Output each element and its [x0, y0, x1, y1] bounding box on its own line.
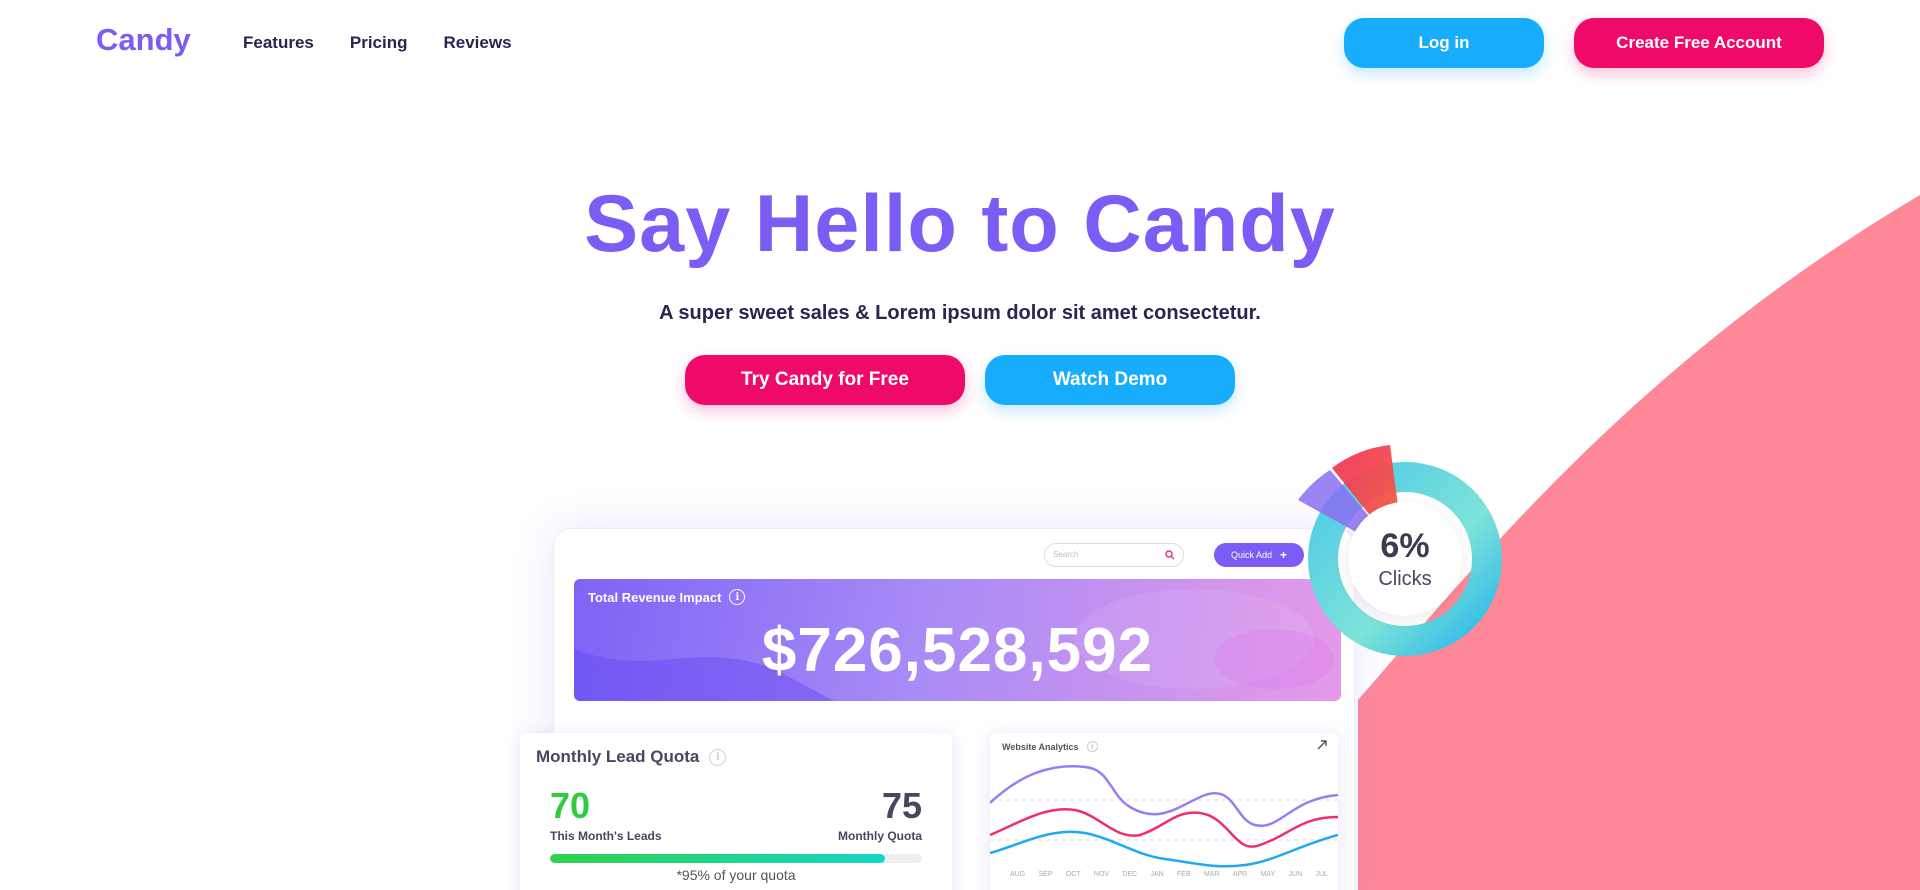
- month-label: MAR: [1203, 871, 1220, 878]
- quota-progress-fill: [550, 854, 885, 863]
- brand-logo[interactable]: Candy: [96, 22, 191, 58]
- month-label: APR: [1232, 871, 1248, 878]
- search-icon: [1165, 550, 1175, 560]
- website-analytics-card: Website Analytics i AUG SEP OCT NOV DEC …: [990, 733, 1338, 890]
- dashboard-search[interactable]: Search: [1044, 543, 1184, 567]
- analytics-line-chart: [990, 765, 1338, 868]
- month-label: MAY: [1260, 871, 1276, 878]
- login-button[interactable]: Log in: [1344, 18, 1544, 68]
- quota-title-text: Monthly Lead Quota: [536, 747, 700, 766]
- nav-link-reviews[interactable]: Reviews: [444, 33, 512, 53]
- analytics-month-axis: AUG SEP OCT NOV DEC JAN FEB MAR APR MAY …: [1010, 871, 1328, 878]
- quick-add-label: Quick Add: [1230, 550, 1272, 560]
- info-icon[interactable]: i: [709, 748, 727, 766]
- clicks-label: Clicks: [1378, 568, 1432, 590]
- nav-link-pricing[interactable]: Pricing: [350, 33, 408, 53]
- month-label: NOV: [1093, 871, 1110, 878]
- monthly-lead-quota-card: Monthly Lead Quota i 70 This Month's Lea…: [520, 733, 952, 890]
- month-label: SEP: [1038, 871, 1053, 878]
- quota-label: Monthly Quota: [838, 829, 922, 843]
- month-label: JUN: [1288, 871, 1303, 878]
- leads-label: This Month's Leads: [550, 829, 662, 843]
- revenue-label: Total Revenue Impact i: [588, 589, 746, 605]
- month-label: DEC: [1122, 871, 1138, 878]
- month-label: JUL: [1315, 871, 1328, 878]
- month-label: AUG: [1010, 871, 1026, 878]
- clicks-donut-widget: 6% Clicks: [1290, 440, 1520, 680]
- month-label: FEB: [1177, 871, 1191, 878]
- hero-title-text: Say Hello to Candy: [584, 179, 1336, 269]
- try-free-button[interactable]: Try Candy for Free: [685, 355, 965, 405]
- watch-demo-button[interactable]: Watch Demo: [985, 355, 1235, 405]
- hero-subtitle: A super sweet sales & Lorem ipsum dolor …: [659, 302, 1261, 324]
- info-icon[interactable]: i: [729, 589, 746, 605]
- plus-icon: +: [1280, 548, 1288, 562]
- analytics-title-text: Website Analytics: [1002, 741, 1079, 752]
- analytics-title: Website Analytics i: [1002, 741, 1098, 752]
- quota-note: *95% of your quota: [676, 867, 796, 883]
- top-navigation: Candy Features Pricing Reviews Log in Cr…: [0, 0, 1920, 86]
- series-line-purple: [990, 765, 1338, 827]
- dashboard-search-placeholder: Search: [1053, 550, 1079, 559]
- expand-arrow-icon[interactable]: [1316, 739, 1328, 751]
- quota-progress-bar: [550, 854, 922, 863]
- quota-value: 75: [881, 785, 922, 826]
- nav-links: Features Pricing Reviews: [243, 33, 512, 53]
- revenue-banner: Total Revenue Impact i $726,528,592: [574, 579, 1341, 701]
- create-account-button[interactable]: Create Free Account: [1574, 18, 1824, 68]
- revenue-value: $726,528,592: [761, 616, 1154, 685]
- revenue-label-text: Total Revenue Impact: [588, 589, 722, 605]
- month-label: JAN: [1150, 871, 1164, 878]
- hero-title: Say Hello to Candy: [0, 178, 1920, 271]
- leads-value: 70: [550, 785, 591, 826]
- donut-center: 6% Clicks: [1348, 502, 1462, 616]
- nav-link-features[interactable]: Features: [243, 33, 314, 53]
- month-label: OCT: [1065, 871, 1081, 878]
- info-icon[interactable]: i: [1086, 741, 1098, 752]
- series-line-blue: [990, 830, 1338, 868]
- clicks-percent: 6%: [1380, 527, 1430, 565]
- quota-title: Monthly Lead Quota i: [536, 747, 727, 767]
